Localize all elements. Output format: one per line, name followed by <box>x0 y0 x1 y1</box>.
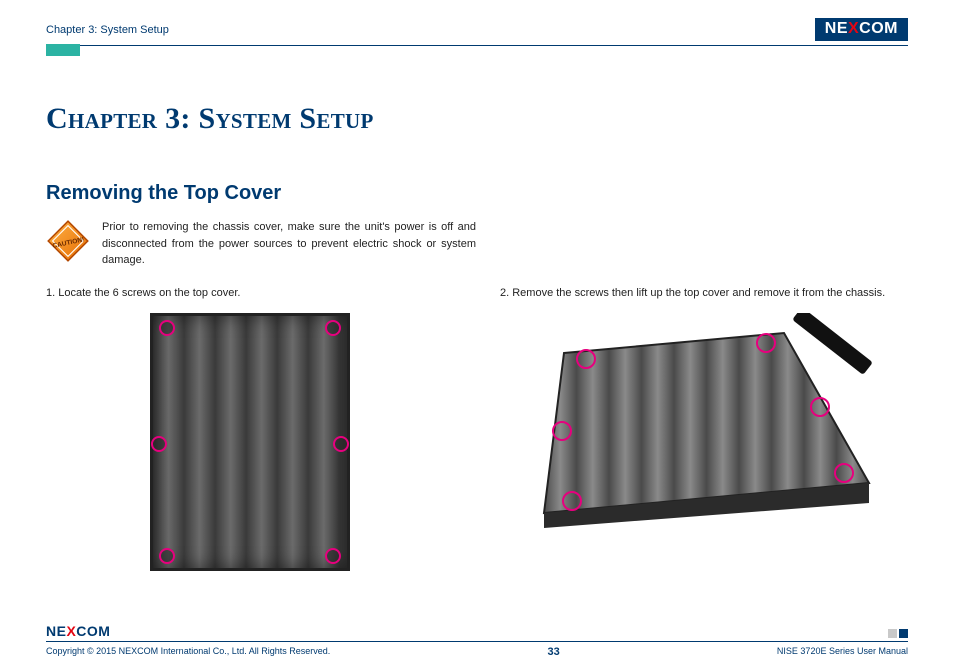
page-number: 33 <box>547 646 559 658</box>
column-left: 1. Locate the 6 screws on the top cover. <box>46 287 454 571</box>
footer-brand-x: X <box>66 623 76 639</box>
page-footer: NEXCOM Copyright © 2015 NEXCOM Internati… <box>46 623 908 658</box>
brand-logo: NEXCOM <box>815 18 908 41</box>
screw-marker <box>333 436 349 452</box>
footer-brand-pre: NE <box>46 623 66 639</box>
square-icon <box>888 629 897 638</box>
breadcrumb: Chapter 3: System Setup <box>46 24 169 36</box>
footer-copyright: Copyright © 2015 NEXCOM International Co… <box>46 646 330 658</box>
brand-pre: NE <box>825 20 848 37</box>
footer-brand-post: COM <box>76 623 110 639</box>
square-icon <box>899 629 908 638</box>
caution-block: CAUTION! Prior to removing the chassis c… <box>46 219 476 269</box>
footer-doc-title: NISE 3720E Series User Manual <box>777 646 908 658</box>
device-top-view <box>150 313 350 571</box>
device-perspective-view <box>524 313 884 533</box>
page-header: Chapter 3: System Setup NEXCOM <box>46 18 908 46</box>
figure-1 <box>46 313 454 571</box>
figure-2 <box>500 313 908 533</box>
step-1-text: 1. Locate the 6 screws on the top cover. <box>46 287 454 299</box>
brand-post: COM <box>859 20 898 37</box>
screw-marker <box>325 320 341 336</box>
screw-marker <box>159 320 175 336</box>
footer-brand: NEXCOM <box>46 623 908 639</box>
screw-marker <box>159 548 175 564</box>
section-title: Removing the Top Cover <box>46 182 908 205</box>
column-right: 2. Remove the screws then lift up the to… <box>500 287 908 571</box>
page-root: Chapter 3: System Setup NEXCOM Chapter 3… <box>0 0 954 672</box>
caution-icon: CAUTION! <box>46 219 90 263</box>
footer-line: Copyright © 2015 NEXCOM International Co… <box>46 641 908 658</box>
columns: 1. Locate the 6 screws on the top cover.… <box>46 287 908 571</box>
screw-marker <box>325 548 341 564</box>
step-2-text: 2. Remove the screws then lift up the to… <box>500 287 908 299</box>
section-tab-marker <box>46 44 80 56</box>
screw-marker <box>151 436 167 452</box>
brand-x: X <box>848 20 859 37</box>
caution-text: Prior to removing the chassis cover, mak… <box>102 219 476 269</box>
chapter-title: Chapter 3: System Setup <box>46 102 908 136</box>
footer-corner-squares <box>888 629 908 638</box>
